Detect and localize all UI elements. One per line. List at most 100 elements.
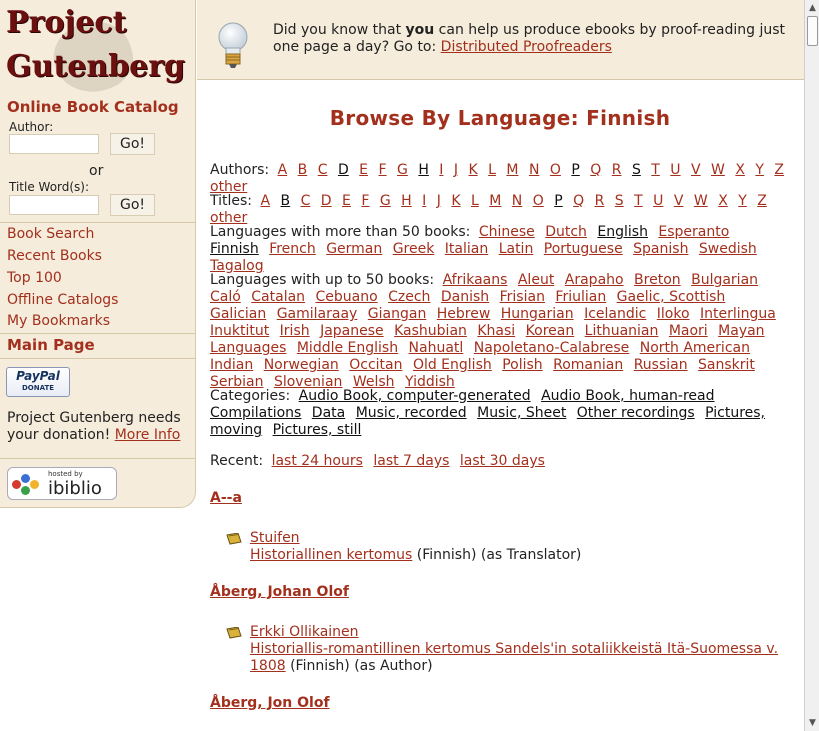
title-letter-n[interactable]: N bbox=[512, 193, 522, 209]
author-letter-l[interactable]: L bbox=[488, 162, 496, 178]
author-letter-j[interactable]: J bbox=[454, 162, 458, 178]
author-letter-w[interactable]: W bbox=[711, 162, 725, 178]
language-link-russian[interactable]: Russian bbox=[634, 357, 688, 373]
title-search-input[interactable] bbox=[9, 195, 99, 215]
title-letter-j[interactable]: J bbox=[437, 193, 441, 209]
language-link-old-english[interactable]: Old English bbox=[413, 357, 492, 373]
author-letter-n[interactable]: N bbox=[529, 162, 539, 178]
title-letter-v[interactable]: V bbox=[674, 193, 684, 209]
language-link-afrikaans[interactable]: Afrikaans bbox=[443, 272, 508, 288]
author-letter-o[interactable]: O bbox=[550, 162, 561, 178]
language-link-arapaho[interactable]: Arapaho bbox=[565, 272, 624, 288]
sidebar-link-top-100[interactable]: Top 100 bbox=[7, 270, 62, 286]
title-letter-m[interactable]: M bbox=[489, 193, 501, 209]
title-letter-w[interactable]: W bbox=[694, 193, 708, 209]
book-title-link[interactable]: Stuifen bbox=[250, 530, 300, 546]
language-link-bulgarian[interactable]: Bulgarian bbox=[691, 272, 758, 288]
language-link-french[interactable]: French bbox=[269, 241, 316, 257]
category-link-pictures-still[interactable]: Pictures, still bbox=[273, 422, 362, 438]
author-letter-r[interactable]: R bbox=[612, 162, 622, 178]
title-letter-f[interactable]: F bbox=[361, 193, 369, 209]
language-link-kashubian[interactable]: Kashubian bbox=[394, 323, 467, 339]
paypal-donate-button[interactable]: PayPal DONATE bbox=[6, 367, 70, 397]
author-heading[interactable]: Åberg, Johan Olof bbox=[210, 584, 349, 600]
title-letter-p[interactable]: P bbox=[554, 193, 562, 209]
language-link-interlingua[interactable]: Interlingua bbox=[700, 306, 776, 322]
language-link-middle-english[interactable]: Middle English bbox=[297, 340, 398, 356]
more-info-link[interactable]: More Info bbox=[115, 427, 181, 443]
language-link-maori[interactable]: Maori bbox=[669, 323, 708, 339]
author-letter-f[interactable]: F bbox=[378, 162, 386, 178]
language-link-latin[interactable]: Latin bbox=[499, 241, 534, 257]
language-link-sanskrit[interactable]: Sanskrit bbox=[698, 357, 755, 373]
language-link-german[interactable]: German bbox=[326, 241, 382, 257]
language-link-polish[interactable]: Polish bbox=[502, 357, 542, 373]
book-title-link[interactable]: Erkki Ollikainen bbox=[250, 624, 359, 640]
author-letter-z[interactable]: Z bbox=[774, 162, 784, 178]
language-link-english[interactable]: English bbox=[597, 224, 648, 240]
language-link-lithuanian[interactable]: Lithuanian bbox=[585, 323, 659, 339]
recent-link-last-7-days[interactable]: last 7 days bbox=[373, 453, 449, 469]
category-link-music-recorded[interactable]: Music, recorded bbox=[356, 405, 467, 421]
title-letter-l[interactable]: L bbox=[471, 193, 479, 209]
language-link-aleut[interactable]: Aleut bbox=[518, 272, 554, 288]
language-link-icelandic[interactable]: Icelandic bbox=[584, 306, 646, 322]
main-page-link[interactable]: Main Page bbox=[7, 336, 95, 354]
language-link-finnish[interactable]: Finnish bbox=[210, 241, 259, 257]
category-link-compilations[interactable]: Compilations bbox=[210, 405, 301, 421]
author-letter-y[interactable]: Y bbox=[755, 162, 764, 178]
author-letter-h[interactable]: H bbox=[418, 162, 429, 178]
title-letter-g[interactable]: G bbox=[380, 193, 391, 209]
title-letter-z[interactable]: Z bbox=[757, 193, 767, 209]
vertical-scrollbar[interactable]: ▲ ▼ bbox=[804, 0, 819, 731]
title-letter-b[interactable]: B bbox=[281, 193, 291, 209]
language-link-korean[interactable]: Korean bbox=[526, 323, 575, 339]
title-letter-o[interactable]: O bbox=[533, 193, 544, 209]
title-letter-y[interactable]: Y bbox=[738, 193, 747, 209]
language-link-friulian[interactable]: Friulian bbox=[555, 289, 606, 305]
sidebar-link-recent-books[interactable]: Recent Books bbox=[7, 248, 102, 264]
language-link-occitan[interactable]: Occitan bbox=[349, 357, 402, 373]
author-heading[interactable]: A--a bbox=[210, 490, 242, 506]
author-letter-t[interactable]: T bbox=[651, 162, 660, 178]
title-letter-q[interactable]: Q bbox=[573, 193, 584, 209]
title-letter-c[interactable]: C bbox=[301, 193, 311, 209]
language-link-frisian[interactable]: Frisian bbox=[500, 289, 545, 305]
category-link-audio-book-computer-generated[interactable]: Audio Book, computer-generated bbox=[299, 388, 531, 404]
author-go-button[interactable]: Go! bbox=[110, 133, 155, 155]
recent-link-last-30-days[interactable]: last 30 days bbox=[460, 453, 545, 469]
scroll-down-arrow-icon[interactable]: ▼ bbox=[806, 716, 819, 730]
author-search-input[interactable] bbox=[9, 134, 99, 154]
author-letter-e[interactable]: E bbox=[359, 162, 368, 178]
language-link-danish[interactable]: Danish bbox=[441, 289, 489, 305]
language-link-cebuano[interactable]: Cebuano bbox=[315, 289, 377, 305]
category-link-audio-book-human-read[interactable]: Audio Book, human-read bbox=[541, 388, 714, 404]
language-link-giangan[interactable]: Giangan bbox=[368, 306, 427, 322]
author-heading[interactable]: Åberg, Jon Olof bbox=[210, 695, 330, 711]
language-link-romanian[interactable]: Romanian bbox=[553, 357, 623, 373]
author-letter-p[interactable]: P bbox=[571, 162, 579, 178]
recent-link-last-24-hours[interactable]: last 24 hours bbox=[272, 453, 363, 469]
language-link-gamilaraay[interactable]: Gamilaraay bbox=[277, 306, 358, 322]
language-link-khasi[interactable]: Khasi bbox=[477, 323, 515, 339]
language-link-breton[interactable]: Breton bbox=[634, 272, 681, 288]
title-go-button[interactable]: Go! bbox=[110, 194, 155, 216]
language-link-inuktitut[interactable]: Inuktitut bbox=[210, 323, 269, 339]
title-letter-x[interactable]: X bbox=[718, 193, 728, 209]
language-link-swedish[interactable]: Swedish bbox=[699, 241, 757, 257]
author-letter-q[interactable]: Q bbox=[590, 162, 601, 178]
scroll-up-arrow-icon[interactable]: ▲ bbox=[806, 1, 819, 15]
author-letter-u[interactable]: U bbox=[670, 162, 680, 178]
title-letter-u[interactable]: U bbox=[653, 193, 663, 209]
author-letter-b[interactable]: B bbox=[298, 162, 308, 178]
author-letter-c[interactable]: C bbox=[318, 162, 328, 178]
language-link-portuguese[interactable]: Portuguese bbox=[544, 241, 623, 257]
author-letter-x[interactable]: X bbox=[735, 162, 745, 178]
language-link-greek[interactable]: Greek bbox=[393, 241, 435, 257]
distributed-proofreaders-link[interactable]: Distributed Proofreaders bbox=[441, 39, 612, 55]
title-letter-r[interactable]: R bbox=[595, 193, 605, 209]
sidebar-link-offline-catalogs[interactable]: Offline Catalogs bbox=[7, 292, 118, 308]
language-link-norwegian[interactable]: Norwegian bbox=[264, 357, 339, 373]
language-link-japanese[interactable]: Japanese bbox=[320, 323, 384, 339]
project-gutenberg-logo[interactable]: Project Gutenberg bbox=[6, 4, 185, 103]
